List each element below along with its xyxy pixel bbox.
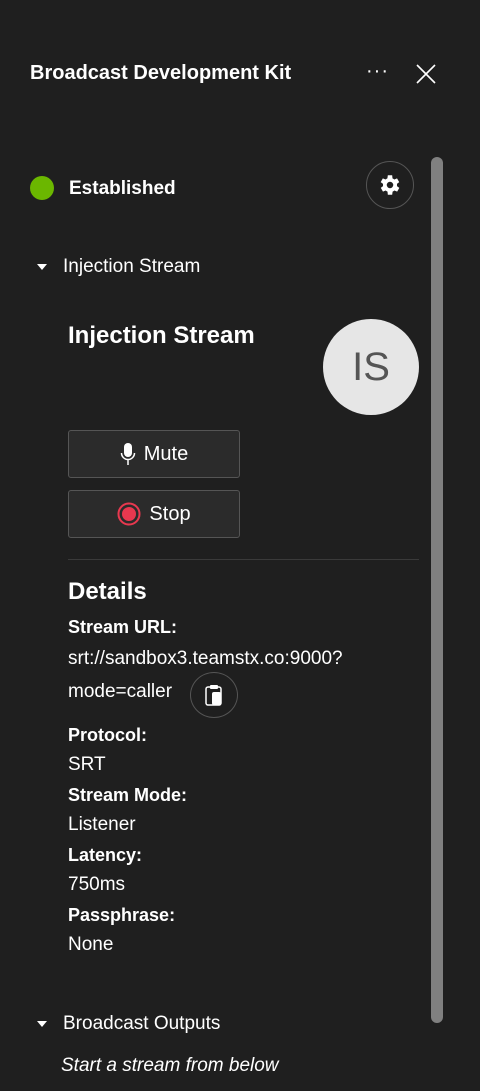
app-title: Broadcast Development Kit [30, 62, 292, 84]
stream-url-value: srt://sandbox3.teamstx.co:9000? [68, 648, 343, 669]
gear-icon [380, 175, 400, 195]
caret-down-icon [37, 264, 47, 270]
stream-url-value-cont: mode=caller [68, 681, 173, 702]
copy-url-button[interactable] [190, 672, 238, 718]
clipboard-icon [205, 685, 222, 706]
connection-status: Established [69, 178, 176, 199]
outputs-hint: Start a stream from below [61, 1055, 279, 1076]
stream-url-label: Stream URL: [68, 617, 178, 637]
injection-stream-toggle[interactable]: Injection Stream [0, 256, 200, 278]
mute-label: Mute [143, 442, 189, 465]
caret-down-icon [37, 1021, 47, 1027]
latency-label: Latency: [68, 845, 143, 865]
details-heading: Details [68, 578, 147, 605]
broadcast-outputs-toggle[interactable]: Broadcast Outputs [0, 1013, 220, 1035]
avatar: IS [323, 319, 419, 415]
passphrase-label: Passphrase: [68, 905, 176, 925]
section-label: Broadcast Outputs [63, 1013, 221, 1034]
protocol-label: Protocol: [68, 725, 147, 745]
passphrase-value: None [68, 934, 114, 955]
mute-button[interactable]: Mute [68, 430, 240, 478]
settings-button[interactable] [366, 161, 414, 209]
protocol-value: SRT [68, 754, 106, 775]
status-indicator-icon [30, 176, 54, 200]
stream-mode-label: Stream Mode: [68, 785, 188, 805]
stream-title: Injection Stream [68, 322, 255, 349]
stop-label: Stop [149, 502, 191, 525]
scrollbar[interactable] [431, 157, 443, 1023]
microphone-icon [120, 443, 136, 465]
stop-button[interactable]: Stop [68, 490, 240, 538]
record-stop-icon [117, 502, 141, 526]
stream-mode-value: Listener [68, 814, 136, 835]
section-label: Injection Stream [63, 256, 201, 277]
latency-value: 750ms [68, 874, 126, 895]
divider [68, 559, 419, 560]
more-options-icon[interactable]: ··· [366, 60, 389, 83]
close-icon[interactable] [414, 62, 438, 86]
